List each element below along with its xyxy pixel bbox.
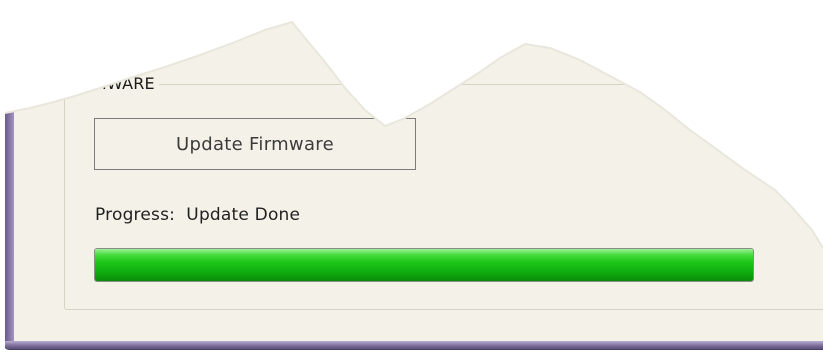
progress-caption: Progress:	[95, 205, 176, 225]
progress-bar-fill	[95, 249, 753, 281]
firmware-window-crop: ‹RMWARE Update Firmware Progress: Update…	[0, 0, 823, 358]
progress-status: Update Done	[186, 205, 301, 225]
progress-bar	[94, 248, 754, 282]
firmware-group-title: ‹RMWARE	[73, 74, 159, 94]
progress-label: Progress: Update Done	[95, 204, 300, 226]
update-firmware-button[interactable]: Update Firmware	[94, 118, 416, 170]
